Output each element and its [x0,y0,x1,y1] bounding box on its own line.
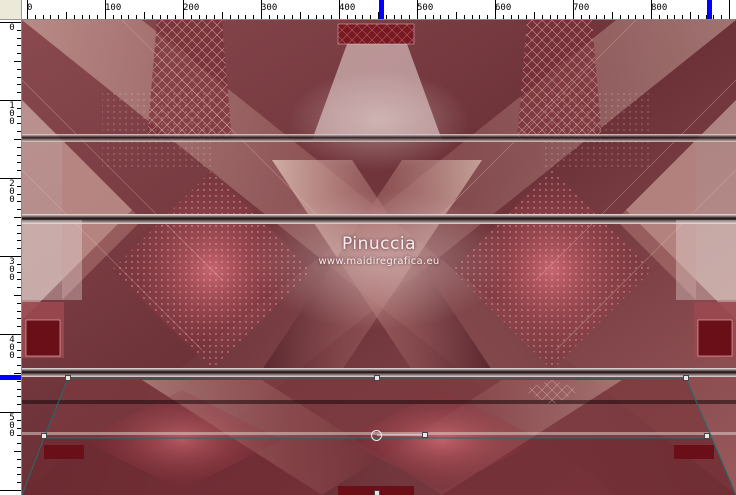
horizontal-ruler-position-marker [379,0,384,19]
v-ruler-label: 2 0 0 [9,179,15,205]
h-ruler-label: 600 [495,3,512,13]
transform-handle-bottom-center[interactable] [374,490,380,495]
ruler-corner [0,0,22,20]
transform-handle-middle-right[interactable] [704,433,710,439]
h-ruler-label: 200 [183,3,200,13]
h-ruler-label: 300 [261,3,278,13]
v-ruler-label: 3 0 0 [9,257,15,283]
transform-handle-top-right[interactable] [683,375,689,381]
vertical-ruler-position-marker [0,375,21,380]
v-ruler-label: 0 [9,23,15,33]
rotation-pivot-icon[interactable] [371,430,382,441]
watermark-name: Pinuccia [342,234,416,254]
transform-handle-top-center[interactable] [374,375,380,381]
h-ruler-label: 500 [417,3,434,13]
v-ruler-label: 5 0 0 [9,413,15,439]
v-ruler-label: 1 0 0 [9,101,15,127]
transform-handle-top-left[interactable] [65,375,71,381]
transform-handle-rotation-end[interactable] [422,432,428,438]
h-ruler-label: 800 [651,3,668,13]
horizontal-ruler-ticks [27,0,730,19]
transform-handle-middle-left[interactable] [41,433,47,439]
horizontal-ruler-position-marker-2 [707,0,712,19]
image-editor-window: 0 100 200 300 400 500 600 700 800 0 1 0 … [0,0,736,495]
h-ruler-label: 100 [105,3,122,13]
image-canvas[interactable]: Pinuccia www.maidiregrafica.eu [22,20,736,495]
v-ruler-label: 4 0 0 [9,335,15,361]
watermark-url: www.maidiregrafica.eu [318,256,440,267]
horizontal-ruler[interactable]: 0 100 200 300 400 500 600 700 800 [22,0,736,20]
vertical-ruler[interactable]: 0 1 0 0 2 0 0 3 0 0 4 0 0 5 0 0 [0,20,22,495]
h-ruler-label: 700 [573,3,590,13]
h-ruler-label: 400 [339,3,356,13]
h-ruler-label: 0 [27,3,33,13]
